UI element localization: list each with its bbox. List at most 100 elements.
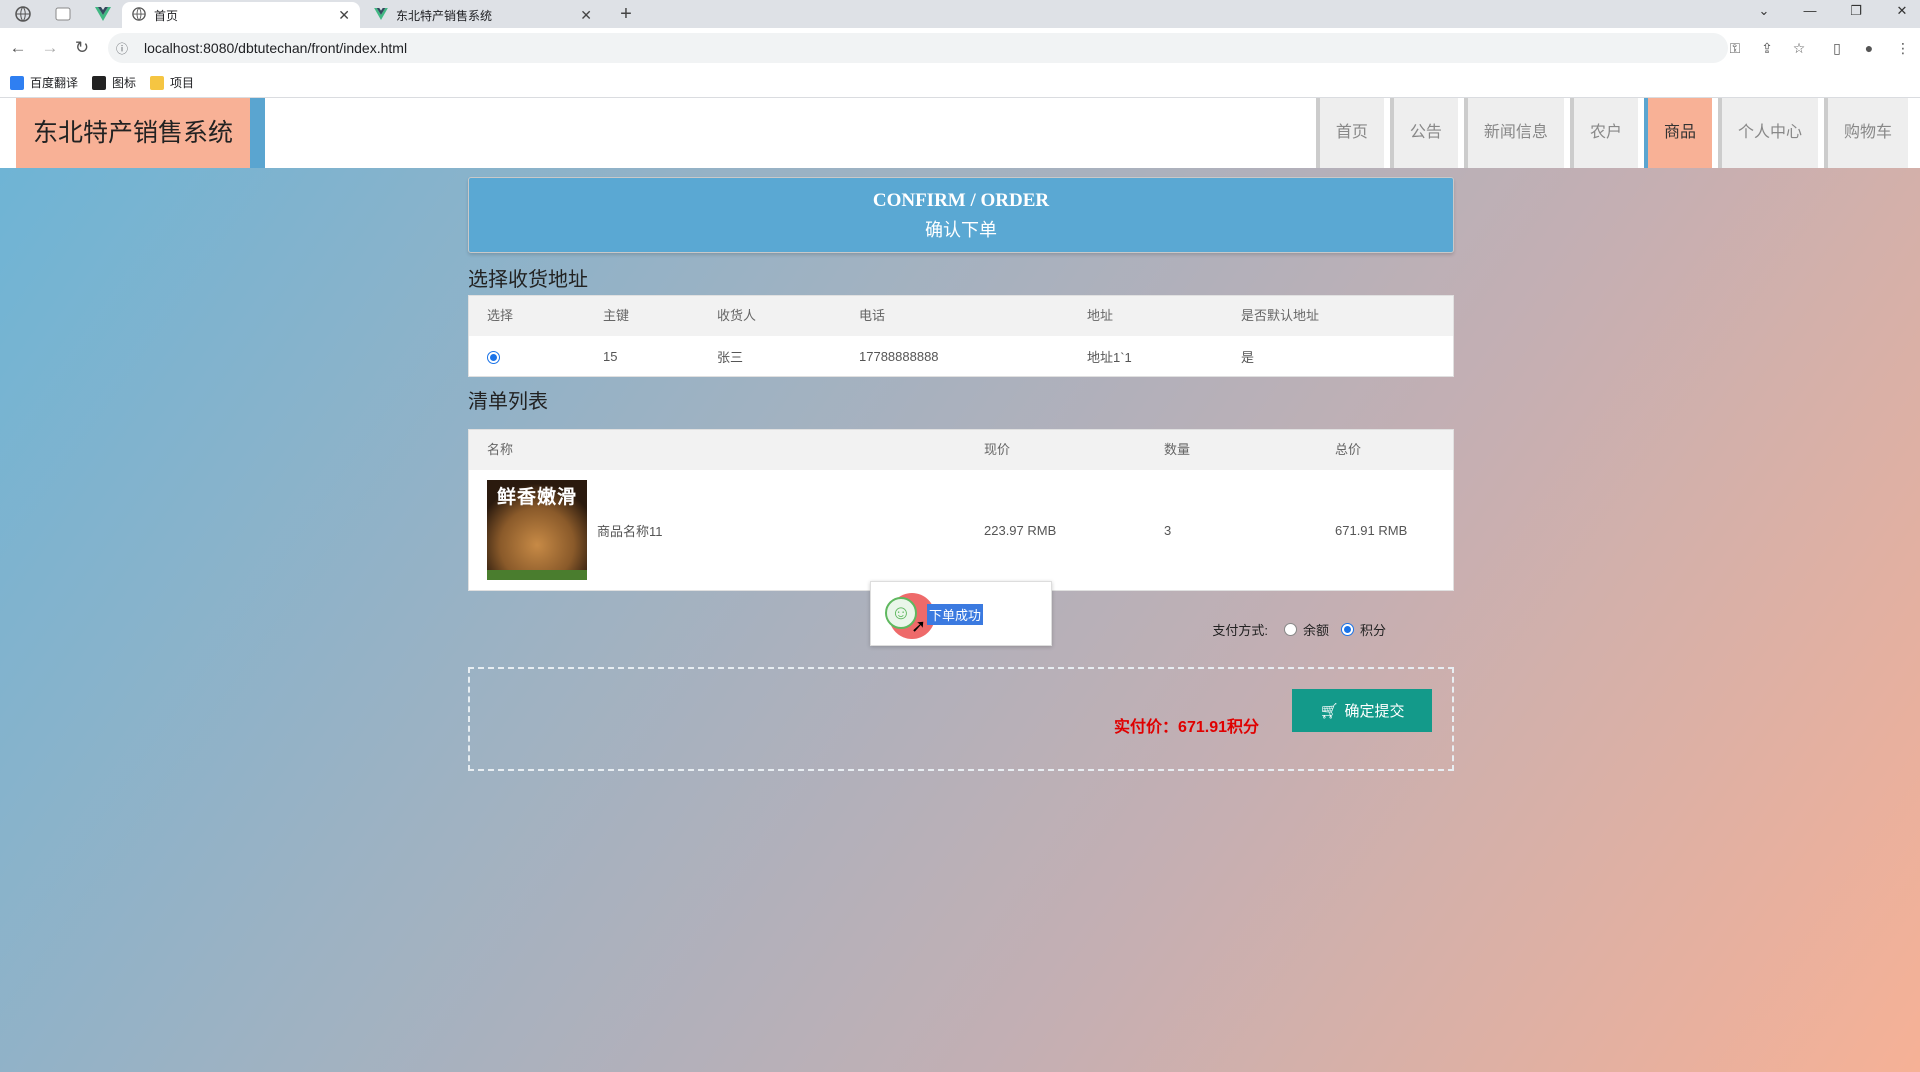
- mouse-cursor-icon: ➚: [911, 616, 927, 636]
- vue-icon[interactable]: [88, 3, 118, 25]
- tab-title: 东北特产销售系统: [396, 8, 493, 23]
- url-text: localhost:8080/dbtutechan/front/index.ht…: [144, 40, 408, 56]
- address-id: 15: [603, 348, 618, 364]
- info-icon[interactable]: ⓘ: [116, 40, 136, 57]
- nav-farmer[interactable]: 农户: [1569, 98, 1638, 168]
- payment-balance-radio[interactable]: [1283, 623, 1297, 636]
- address-table: 选择 主键 收货人 电话 地址 是否默认地址 15 张三 17788888888…: [468, 295, 1454, 377]
- bookmark-baidu-translate[interactable]: 百度翻译: [10, 74, 78, 91]
- order-content: CONFIRM / ORDER 确认下单 选择收货地址 选择 主键 收货人 电话…: [468, 177, 1454, 771]
- nav-products[interactable]: 商品: [1643, 98, 1712, 168]
- star-icon[interactable]: ☆: [1788, 37, 1810, 59]
- sidebar-icon[interactable]: ▯: [1826, 37, 1848, 59]
- nav-news[interactable]: 新闻信息: [1463, 98, 1564, 168]
- column-header: 收货人: [717, 308, 757, 323]
- product-image[interactable]: 鲜香嫩滑: [487, 480, 587, 580]
- back-icon[interactable]: ←: [6, 36, 30, 60]
- share-icon[interactable]: ⇪: [1756, 37, 1778, 59]
- address-receiver: 张三: [717, 349, 744, 365]
- window-close-button[interactable]: ✕: [1884, 0, 1920, 22]
- globe-icon: [132, 6, 146, 24]
- page-background: 东北特产销售系统 首页 公告 新闻信息 农户 商品 个人中心 购物车 CONFI…: [0, 98, 1920, 1072]
- order-section-title: 清单列表: [468, 391, 548, 413]
- column-header: 地址: [1087, 308, 1114, 323]
- bookmark-icons[interactable]: 图标: [92, 74, 136, 91]
- tab-home[interactable]: 首页 ✕: [122, 2, 360, 28]
- minimize-button[interactable]: —: [1792, 0, 1828, 22]
- url-field[interactable]: ⓘ localhost:8080/dbtutechan/front/index.…: [108, 33, 1728, 63]
- menu-icon[interactable]: ⋮: [1892, 37, 1914, 59]
- submit-order-button[interactable]: 🛒︎ 确定提交: [1292, 689, 1432, 732]
- new-tab-button[interactable]: +: [614, 2, 638, 26]
- payment-option-label: 积分: [1359, 623, 1386, 638]
- address-default: 是: [1241, 349, 1255, 365]
- reload-icon[interactable]: ↻: [70, 36, 94, 60]
- toast-message: 下单成功: [927, 604, 984, 625]
- address-select-cell: [487, 348, 603, 364]
- bookmarks-bar: 百度翻译 图标 项目: [0, 68, 1920, 98]
- success-toast: ☺ 下单成功 ➚: [870, 581, 1052, 646]
- bookmark-label: 图标: [112, 76, 137, 90]
- nav-cart[interactable]: 购物车: [1823, 98, 1908, 168]
- table-row: 鲜香嫩滑 商品名称11 223.97 RMB 3 671.91 RMB: [469, 470, 1453, 590]
- chevron-down-icon[interactable]: ⌄: [1746, 0, 1782, 22]
- vue-icon: [374, 7, 388, 23]
- profile-icon[interactable]: ●: [1858, 37, 1880, 59]
- site-logo[interactable]: 东北特产销售系统: [16, 98, 265, 168]
- column-header: 电话: [859, 308, 886, 323]
- product-quantity: 3: [1164, 522, 1172, 538]
- payment-method: 支付方式: 余额 积分: [1212, 620, 1386, 639]
- page-banner: CONFIRM / ORDER 确认下单: [468, 177, 1454, 253]
- payment-points-radio[interactable]: [1340, 623, 1354, 636]
- product-total: 671.91 RMB: [1335, 522, 1408, 538]
- product-price: 223.97 RMB: [984, 522, 1057, 538]
- bookmark-label: 项目: [170, 76, 195, 90]
- payment-label: 支付方式:: [1212, 623, 1268, 638]
- column-header: 名称: [487, 442, 514, 457]
- bookmark-projects[interactable]: 项目: [150, 74, 194, 91]
- table-row[interactable]: 15 张三 17788888888 地址1`1 是: [469, 336, 1453, 376]
- address-text: 地址1`1: [1087, 349, 1132, 365]
- address-radio[interactable]: [487, 350, 500, 364]
- payment-row: ☺ 下单成功 ➚ 支付方式: 余额 积分: [468, 581, 1454, 667]
- payment-option-label: 余额: [1302, 623, 1329, 638]
- column-header: 选择: [487, 308, 514, 323]
- column-header: 总价: [1335, 442, 1362, 457]
- browser-tab-bar: 首页 ✕ 东北特产销售系统 ✕ + ⌄ — ❐ ✕: [0, 0, 1920, 28]
- table-header: 选择 主键 收货人 电话 地址 是否默认地址: [469, 296, 1453, 336]
- address-section-title: 选择收货地址: [468, 269, 588, 291]
- address-bar-row: ← → ↻ ⓘ localhost:8080/dbtutechan/front/…: [0, 28, 1920, 68]
- nav-profile[interactable]: 个人中心: [1717, 98, 1818, 168]
- tab-shop[interactable]: 东北特产销售系统 ✕: [364, 2, 602, 28]
- image-icon[interactable]: [48, 3, 78, 25]
- banner-title-cn: 确认下单: [925, 220, 997, 240]
- product-cell: 鲜香嫩滑 商品名称11: [487, 480, 984, 580]
- table-header: 名称 现价 数量 总价: [469, 430, 1453, 470]
- folder-dark-icon: [92, 75, 107, 90]
- total-price: 实付价：671.91积分: [1114, 719, 1259, 736]
- folder-icon: [150, 75, 165, 90]
- main-nav: 首页 公告 新闻信息 农户 商品 个人中心 购物车: [1315, 98, 1908, 168]
- order-summary: 实付价：671.91积分 🛒︎ 确定提交: [468, 667, 1454, 771]
- column-header: 数量: [1164, 442, 1191, 457]
- product-name: 商品名称11: [597, 523, 663, 539]
- cart-icon: 🛒︎: [1319, 702, 1339, 720]
- order-table: 名称 现价 数量 总价 鲜香嫩滑 商品名称11 223.97 RMB 3 671…: [468, 429, 1454, 591]
- nav-home[interactable]: 首页: [1315, 98, 1384, 168]
- restore-button[interactable]: ❐: [1838, 0, 1874, 22]
- banner-title-en: CONFIRM / ORDER: [872, 190, 1050, 211]
- tab-title: 首页: [154, 8, 179, 23]
- globe-icon[interactable]: [8, 3, 38, 25]
- close-icon[interactable]: ✕: [338, 7, 350, 24]
- column-header: 现价: [984, 442, 1011, 457]
- key-icon[interactable]: ⚿: [1724, 37, 1746, 59]
- product-image-text: 鲜香嫩滑: [496, 487, 577, 508]
- site-header: 东北特产销售系统 首页 公告 新闻信息 农户 商品 个人中心 购物车: [0, 98, 1920, 168]
- baidu-translate-icon: [10, 75, 24, 90]
- close-icon[interactable]: ✕: [580, 7, 592, 24]
- submit-label: 确定提交: [1344, 703, 1405, 720]
- nav-notice[interactable]: 公告: [1389, 98, 1458, 168]
- forward-icon[interactable]: →: [38, 36, 62, 60]
- address-phone: 17788888888: [859, 348, 939, 364]
- bookmark-label: 百度翻译: [30, 76, 79, 90]
